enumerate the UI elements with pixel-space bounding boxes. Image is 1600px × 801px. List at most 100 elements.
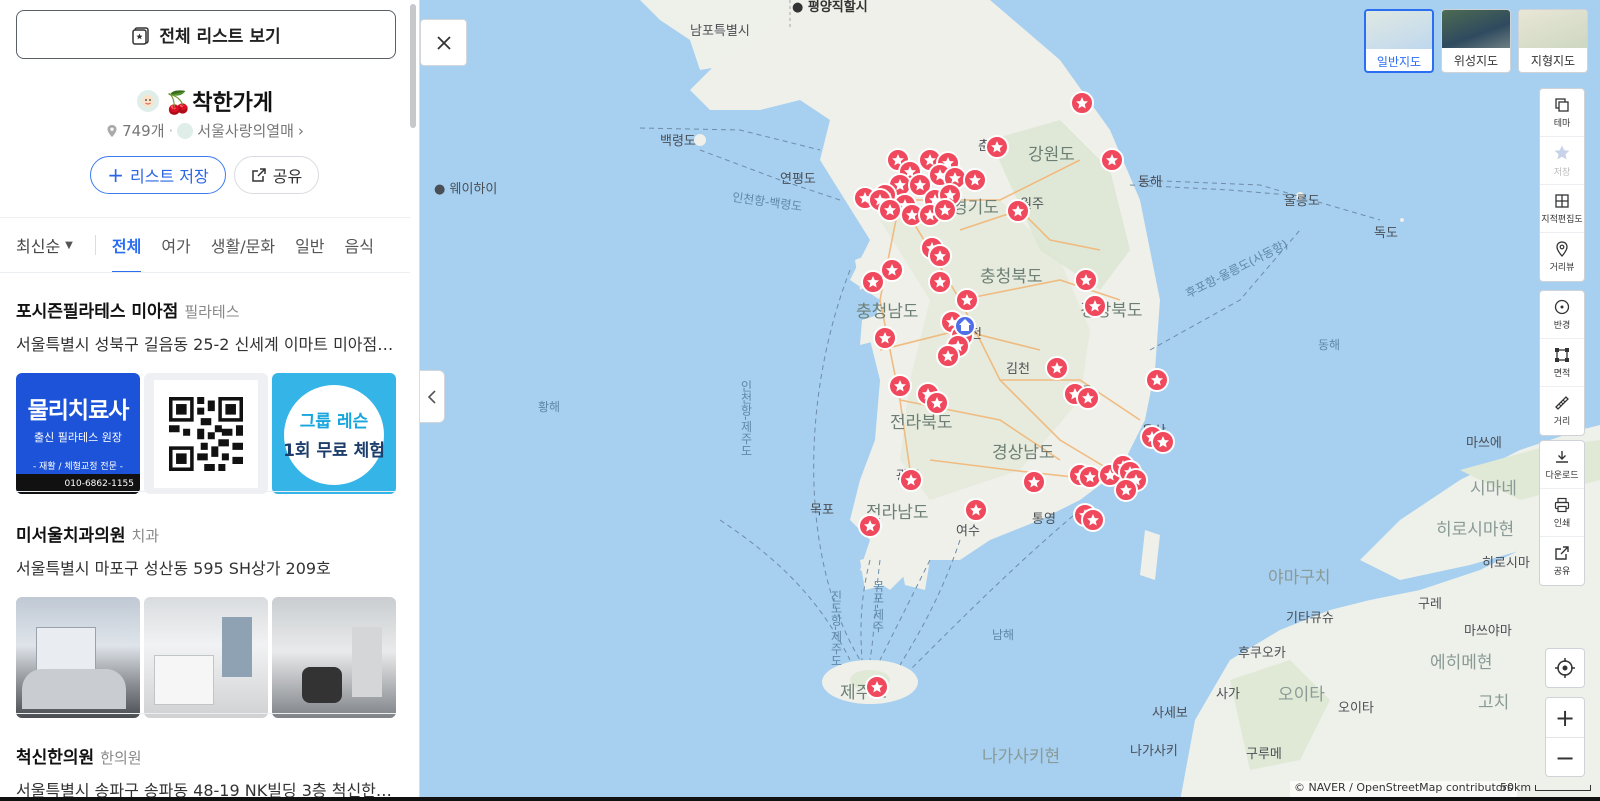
place-item[interactable]: 미서울치과의원 치과 서울특별시 마포구 성산동 595 SH상가 209호 <box>16 521 396 718</box>
share-icon <box>252 168 266 182</box>
place-marker[interactable] <box>1145 368 1169 392</box>
place-marker[interactable] <box>928 244 952 268</box>
tool-label: 반경 <box>1553 320 1571 331</box>
sort-dropdown[interactable]: 최신순 ▼ <box>16 233 73 257</box>
satellite-preview <box>1442 10 1510 48</box>
place-photo[interactable] <box>144 597 268 718</box>
place-marker[interactable] <box>1045 356 1069 380</box>
place-marker[interactable] <box>964 498 988 522</box>
place-marker[interactable] <box>1006 199 1030 223</box>
place-marker[interactable] <box>933 198 957 222</box>
divider <box>94 235 96 255</box>
place-name[interactable]: 포시즌필라테스 미아점 <box>16 302 178 322</box>
collapse-panel-button[interactable] <box>420 370 445 423</box>
place-item[interactable]: 포시즌필라테스 미아점 필라테스 서울특별시 성북구 길음동 25-2 신세계 이… <box>16 297 396 494</box>
place-photos <box>16 597 396 718</box>
place-marker[interactable] <box>1151 430 1175 454</box>
my-location-button[interactable] <box>1545 648 1585 688</box>
meta-separator: · <box>168 121 174 140</box>
place-marker[interactable] <box>1078 465 1102 489</box>
download-button[interactable]: 다운로드 <box>1540 441 1584 489</box>
place-photo[interactable] <box>16 597 140 718</box>
save-map-button[interactable]: 저장 <box>1540 137 1584 185</box>
maptype-satellite[interactable]: 위성지도 <box>1441 9 1511 73</box>
place-category: 한의원 <box>100 749 142 767</box>
cadastral-button[interactable]: 지적편집도 <box>1540 185 1584 233</box>
place-marker[interactable] <box>865 675 889 699</box>
tab-general[interactable]: 일반 <box>295 218 324 272</box>
full-list-button[interactable]: 전체 리스트 보기 <box>16 10 396 59</box>
share-map-button[interactable]: 공유 <box>1540 537 1584 585</box>
list-title-text: 🍒착한가게 <box>164 91 274 116</box>
terrain-preview <box>1519 10 1587 48</box>
tab-all[interactable]: 전체 <box>111 218 142 272</box>
tool-label: 지적편집도 <box>1541 214 1583 225</box>
place-marker[interactable] <box>861 270 885 294</box>
place-marker[interactable] <box>899 468 923 492</box>
chevron-right-icon: › <box>297 121 304 140</box>
place-marker[interactable] <box>928 270 952 294</box>
face-icon <box>141 95 154 107</box>
list-meta: 749개 · 서울사랑의열매 › <box>0 120 410 141</box>
close-button[interactable] <box>420 19 467 66</box>
crosshair-icon <box>1555 658 1575 678</box>
zoom-in-button[interactable]: + <box>1546 698 1584 738</box>
place-marker[interactable] <box>880 258 904 282</box>
maptype-label: 일반지도 <box>1376 54 1422 69</box>
place-marker[interactable] <box>963 168 987 192</box>
tab-food[interactable]: 음식 <box>345 218 374 272</box>
tab-leisure[interactable]: 여가 <box>161 218 190 272</box>
place-category: 필라테스 <box>184 303 240 321</box>
place-marker[interactable] <box>1076 386 1100 410</box>
home-marker[interactable] <box>954 315 976 337</box>
tool-label: 테마 <box>1553 118 1571 129</box>
place-title: 미서울치과의원 치과 <box>16 521 396 546</box>
place-photo[interactable]: 그룹 레슨 1회 무료 체험 <box>272 373 396 494</box>
owner-link[interactable]: 서울사랑의열매 <box>197 120 294 141</box>
place-marker[interactable] <box>878 198 902 222</box>
zoom-out-button[interactable]: − <box>1546 738 1584 778</box>
place-marker[interactable] <box>985 135 1009 159</box>
tool-label: 공유 <box>1553 567 1571 577</box>
maptype-terrain[interactable]: 지형지도 <box>1518 9 1588 73</box>
place-name[interactable]: 미서울치과의원 <box>16 526 125 546</box>
place-photo[interactable] <box>272 597 396 718</box>
place-marker[interactable] <box>1074 268 1098 292</box>
save-list-button[interactable]: + 리스트 저장 <box>90 156 226 194</box>
place-marker[interactable] <box>1100 148 1124 172</box>
share-button[interactable]: 공유 <box>234 156 319 194</box>
tool-label: 저장 <box>1553 167 1571 178</box>
place-marker[interactable] <box>1083 294 1107 318</box>
distance-button[interactable]: 거리 <box>1540 387 1584 435</box>
panel-scrollbar[interactable] <box>410 4 416 128</box>
tab-life-culture[interactable]: 생활/문화 <box>211 218 275 272</box>
place-photos: 물리치료사 출신 필라테스 원장 - 재활 / 체형교정 전문 - 010-68… <box>16 373 396 494</box>
place-marker[interactable] <box>1022 470 1046 494</box>
place-marker[interactable] <box>873 326 897 350</box>
place-marker[interactable] <box>955 288 979 312</box>
place-marker[interactable] <box>1081 508 1105 532</box>
maptype-normal[interactable]: 일반지도 <box>1364 9 1434 73</box>
place-item[interactable]: 척신한의원 한의원 서울특별시 송파구 송파동 48-19 NK빌딩 3층 척신한… <box>16 743 396 801</box>
place-name[interactable]: 척신한의원 <box>16 748 94 768</box>
place-photo[interactable] <box>144 373 268 494</box>
radius-button[interactable]: 반경 <box>1540 291 1584 339</box>
theme-button[interactable]: 테마 <box>1540 89 1584 137</box>
place-photo[interactable]: 물리치료사 출신 필라테스 원장 - 재활 / 체형교정 전문 - 010-68… <box>16 373 140 494</box>
full-list-label: 전체 리스트 보기 <box>159 27 281 47</box>
place-marker[interactable] <box>888 374 912 398</box>
streetview-button[interactable]: 거리뷰 <box>1540 233 1584 281</box>
map-attribution: © NAVER / OpenStreetMap contributors <box>1290 781 1517 797</box>
place-address: 서울특별시 마포구 성산동 595 SH상가 209호 <box>16 559 331 578</box>
close-icon <box>436 35 451 50</box>
layers-icon <box>1555 97 1569 112</box>
place-marker[interactable] <box>925 391 949 415</box>
print-button[interactable]: 인쇄 <box>1540 489 1584 537</box>
place-marker[interactable] <box>1070 91 1094 115</box>
place-marker[interactable] <box>858 514 882 538</box>
place-marker[interactable] <box>936 344 960 368</box>
area-button[interactable]: 면적 <box>1540 339 1584 387</box>
normal-map-preview <box>1366 11 1432 49</box>
place-marker[interactable] <box>1114 478 1138 502</box>
map-canvas[interactable]: ● 평양직할시 남포특별시 백령도 ● 웨이하이 연평도 인천항-백령도 강원도… <box>420 0 1600 801</box>
